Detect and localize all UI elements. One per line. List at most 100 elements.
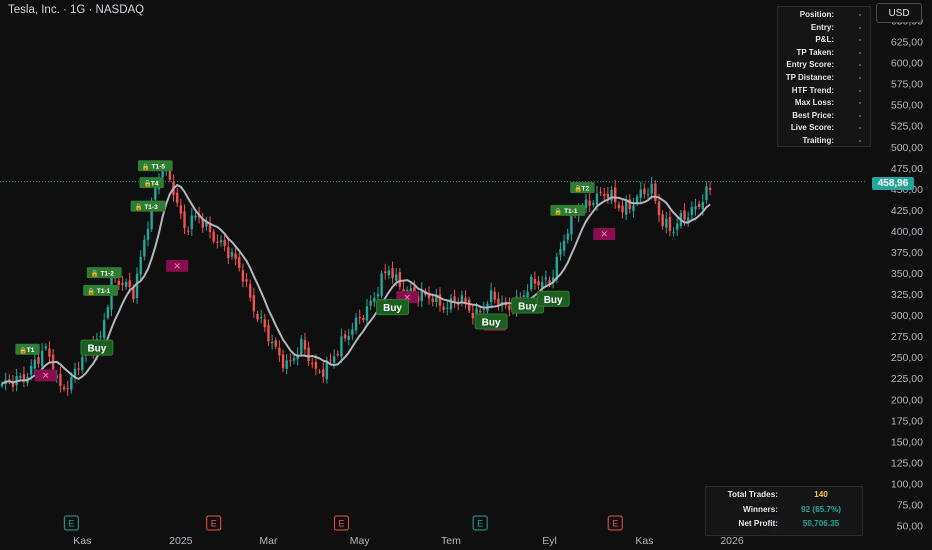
candle-body	[179, 205, 183, 214]
candle-body	[343, 334, 347, 339]
y-tick-label: 325,00	[891, 289, 923, 301]
tp-label-text: T1-1	[97, 288, 111, 295]
candle-body	[314, 361, 318, 369]
summary-row: Net Profit: 50,706.35	[706, 519, 862, 533]
stats-label: Traiting:	[802, 136, 834, 145]
candle-body	[446, 307, 449, 309]
candle-body	[230, 251, 234, 257]
candle-body	[559, 249, 562, 255]
earnings-marker-label: E	[477, 519, 483, 529]
stats-row: Live Score: -	[778, 123, 870, 136]
stats-label: Max Loss:	[794, 98, 834, 108]
candle-body	[245, 279, 248, 282]
stats-panel: Position: - Entry: - P&L: - TP Taken: - Entry Sc…	[777, 6, 871, 147]
candle-body	[489, 290, 493, 302]
candle-body	[40, 350, 44, 367]
candle-body	[471, 312, 475, 319]
y-tick-label: 600,00	[891, 58, 923, 70]
candle-body	[544, 277, 548, 280]
candle-body	[121, 282, 124, 285]
candle-body	[478, 310, 482, 313]
candle-body	[639, 189, 642, 198]
y-tick-label: 350,00	[891, 268, 923, 280]
earnings-marker-label: E	[211, 519, 217, 529]
candle-body	[103, 320, 106, 339]
summary-label: Net Profit:	[738, 519, 778, 528]
candle-body	[668, 216, 672, 231]
x-tick-label: Kas	[635, 535, 653, 547]
candle-body	[694, 205, 697, 210]
candle-body	[238, 257, 241, 269]
earnings-marker-label: E	[338, 519, 344, 529]
stats-label: HTF Trend:	[791, 85, 834, 95]
y-tick-label: 275,00	[891, 331, 923, 343]
candle-body	[59, 373, 62, 387]
candle-body	[322, 369, 325, 377]
candle-body	[340, 336, 343, 357]
y-tick-label: 625,00	[891, 37, 923, 49]
candle-body	[48, 348, 51, 357]
candle-body	[438, 294, 442, 306]
candle-body	[646, 193, 650, 195]
candle-body	[183, 211, 186, 229]
stats-value: -	[858, 123, 862, 133]
x-tick-label: Tem	[441, 535, 461, 547]
candle-body	[176, 192, 179, 203]
summary-value: 92 (65.7%)	[800, 504, 842, 514]
stats-row: Traiting: -	[778, 136, 870, 149]
stats-row: Entry: -	[778, 23, 870, 36]
exit-marker-glyph: ✕	[600, 230, 608, 240]
stats-label: TP Distance:	[785, 73, 834, 82]
candle-body	[603, 194, 606, 197]
stats-value: -	[858, 22, 862, 32]
candle-body	[274, 340, 277, 347]
candle-body	[676, 223, 679, 230]
candle-body	[566, 233, 569, 240]
candle-body	[219, 240, 223, 243]
summary-label: Winners:	[743, 504, 778, 514]
y-tick-label: 200,00	[891, 394, 923, 406]
stats-row: Max Loss: -	[778, 98, 870, 111]
candle-body	[259, 317, 263, 319]
candle-body	[139, 256, 142, 275]
buy-signal-label: Buy	[482, 317, 501, 328]
candle-body	[595, 193, 599, 205]
tp-label-text: T1	[27, 347, 35, 354]
tp-lock-icon: 🔒	[554, 207, 562, 215]
candle-body	[530, 276, 533, 290]
candle-body	[234, 253, 237, 260]
candle-body	[227, 247, 230, 259]
candle-body	[537, 281, 540, 286]
candle-body	[205, 222, 208, 227]
y-tick-label: 225,00	[891, 373, 923, 385]
symbol-title[interactable]: Tesla, Inc. · 1G · NASDAQ	[8, 4, 144, 16]
candle-body	[329, 359, 332, 361]
candle-body	[332, 356, 336, 363]
buy-signal-label: Buy	[87, 344, 106, 355]
candle-body	[186, 230, 190, 232]
candle-body	[278, 347, 281, 356]
candle-body	[522, 295, 526, 297]
candle-body	[132, 288, 135, 300]
tp-label-text: T1-5	[152, 164, 166, 171]
candle-body	[351, 329, 354, 335]
candle-body	[482, 309, 485, 311]
candle-body	[135, 273, 139, 299]
candle-body	[643, 188, 646, 195]
candle-body	[654, 183, 657, 201]
candle-body	[300, 338, 303, 354]
candle-body	[117, 280, 120, 286]
stats-value: -	[858, 136, 862, 145]
summary-panel: Total Trades: 140 Winners: 92 (65.7%) Net Pr…	[705, 486, 863, 536]
candle-body	[124, 282, 128, 287]
currency-button[interactable]: USD	[876, 3, 922, 23]
candle-body	[373, 297, 376, 302]
stats-row: HTF Trend: -	[778, 86, 870, 99]
candle-body	[146, 228, 150, 240]
candle-body	[661, 214, 664, 227]
stats-value: -	[858, 98, 862, 108]
stats-label: Position:	[799, 10, 834, 19]
y-tick-label: 475,00	[891, 163, 923, 175]
y-tick-label: 550,00	[891, 100, 923, 112]
candle-body	[347, 335, 350, 340]
